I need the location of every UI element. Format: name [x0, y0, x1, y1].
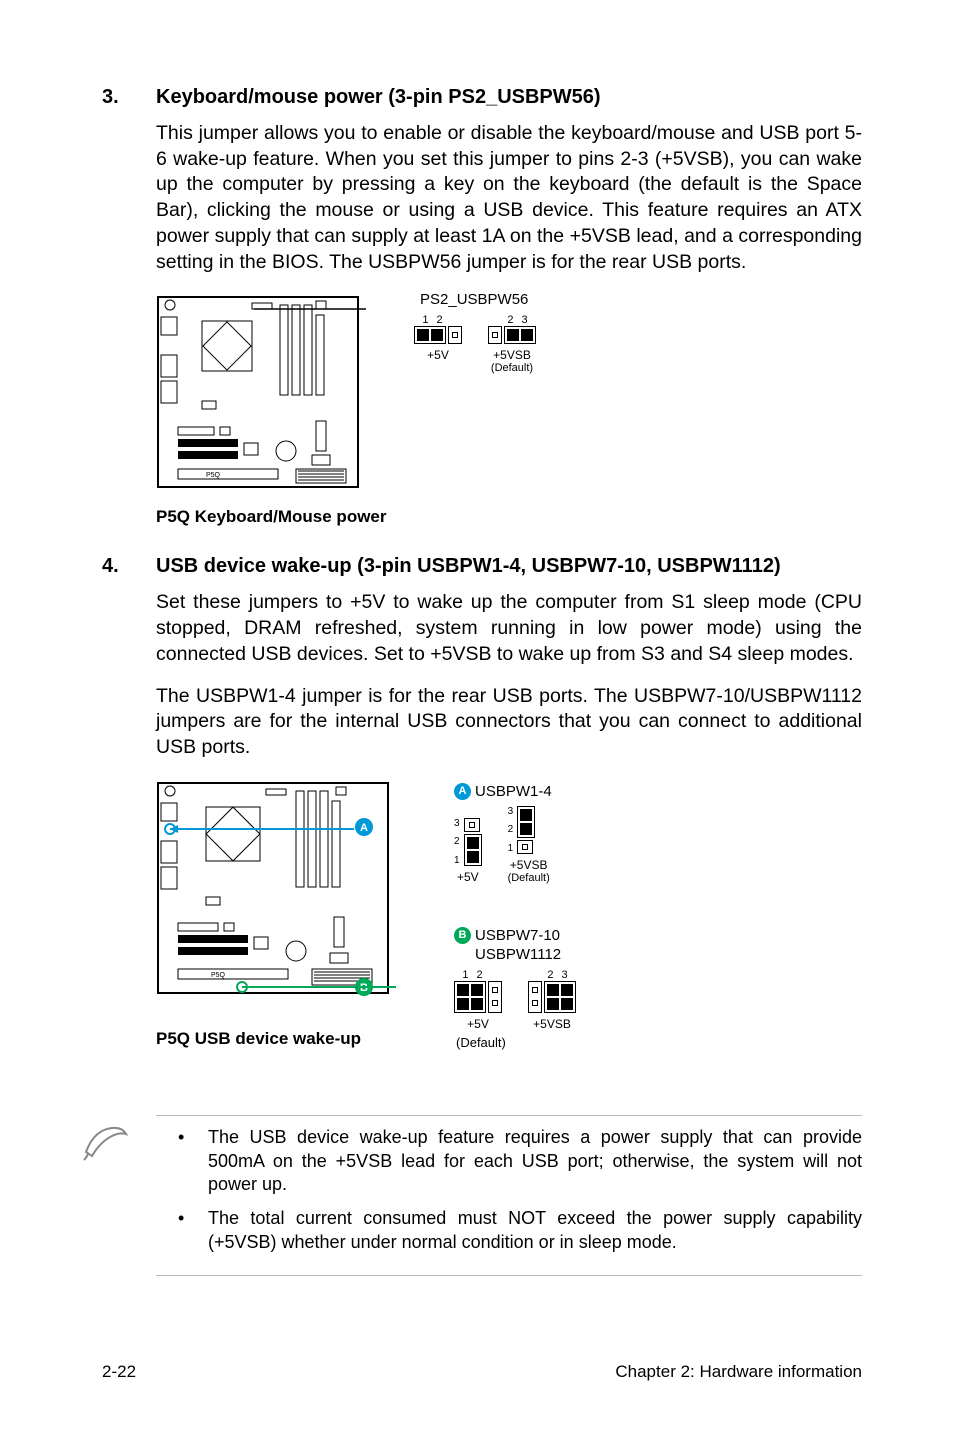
volt-label: +5V [414, 348, 462, 362]
section-3-title: Keyboard/mouse power (3-pin PS2_USBPW56) [156, 86, 601, 109]
cluster-b-title-1: USBPW7-10 [475, 927, 560, 944]
page-footer: 2-22 Chapter 2: Hardware information [102, 1362, 862, 1382]
pin-label: 3 [562, 969, 568, 981]
jumper-a-5vsb: 3 2 1 +5VSB (Default) [508, 806, 550, 884]
pin-label: 2 [508, 824, 514, 835]
chapter-label: Chapter 2: Hardware information [615, 1362, 862, 1382]
default-label: (Default) [508, 872, 550, 884]
diagram-1-caption: P5Q Keyboard/Mouse power [156, 507, 862, 527]
note-item-1: The USB device wake-up feature requires … [208, 1126, 862, 1197]
pin-label: 3 [522, 314, 528, 326]
default-label: (Default) [488, 362, 536, 374]
section-4-header: 4. USB device wake-up (3-pin USBPW1-4, U… [102, 555, 862, 578]
cluster-a-title: USBPW1-4 [475, 783, 552, 800]
volt-label: +5V [454, 870, 482, 884]
pin-label: 1 [454, 855, 460, 866]
section-3: 3. Keyboard/mouse power (3-pin PS2_USBPW… [102, 86, 862, 527]
pin-label: 2 [436, 314, 442, 326]
section-3-header: 3. Keyboard/mouse power (3-pin PS2_USBPW… [102, 86, 862, 109]
cluster-b-title-2: USBPW1112 [475, 946, 561, 963]
jumper-5vsb: 2 3 +5VSB (Default) [488, 314, 536, 374]
section-4-para-2: The USBPW1-4 jumper is for the rear USB … [156, 684, 862, 761]
note-list: The USB device wake-up feature requires … [156, 1126, 862, 1255]
jumper-title: PS2_USBPW56 [414, 291, 536, 308]
volt-label: +5VSB [508, 858, 550, 872]
motherboard-outline-2: P5Q A B [156, 777, 396, 1017]
badge-b-icon: B [454, 927, 471, 944]
pin-label: 3 [454, 818, 460, 829]
pin-label: 2 [547, 969, 553, 981]
pin-label: 1 [422, 314, 428, 326]
svg-text:A: A [360, 822, 368, 834]
jumper-cluster-b: B USBPW7-10 USBPW1112 1 2 [454, 927, 576, 1031]
volt-label: +5V [454, 1017, 502, 1031]
svg-text:P5Q: P5Q [206, 472, 221, 479]
jumper-block-ps2: PS2_USBPW56 1 2 +5 [414, 291, 536, 374]
diagram-2-caption: P5Q USB device wake-up [156, 1029, 361, 1049]
jumper-b-5v: 1 2 +5V [454, 969, 502, 1031]
volt-label: +5VSB [528, 1017, 576, 1031]
section-3-number: 3. [102, 86, 156, 109]
note-pen-icon [82, 1122, 130, 1162]
section-3-body: This jumper allows you to enable or disa… [156, 121, 862, 275]
diagram-2-default: (Default) [456, 1035, 506, 1050]
badge-a-icon: A [454, 783, 471, 800]
jumper-a-5v: 3 2 1 +5V [454, 818, 482, 884]
section-4-para-1: Set these jumpers to +5V to wake up the … [156, 590, 862, 667]
pin-label: 2 [507, 314, 513, 326]
jumper-cluster-a: A USBPW1-4 3 2 1 [454, 783, 552, 884]
pin-label: 3 [508, 806, 514, 817]
pin-label: 1 [508, 843, 514, 854]
page-number: 2-22 [102, 1362, 136, 1382]
volt-label: +5VSB [488, 348, 536, 362]
section-4-title: USB device wake-up (3-pin USBPW1-4, USBP… [156, 555, 781, 578]
jumper-5v: 1 2 +5V [414, 314, 462, 374]
section-4-body: Set these jumpers to +5V to wake up the … [156, 590, 862, 760]
pin-label: 1 [462, 969, 468, 981]
pin-label: 2 [476, 969, 482, 981]
page: 3. Keyboard/mouse power (3-pin PS2_USBPW… [0, 0, 954, 1438]
diagram-1: P5Q PS2_USBPW56 [156, 291, 862, 527]
jumper-b-5vsb: 2 3 +5VSB [528, 969, 576, 1031]
section-4-number: 4. [102, 555, 156, 578]
pin-label: 2 [454, 836, 460, 847]
diagram-2: P5Q A B [156, 777, 862, 1087]
note-item-2: The total current consumed must NOT exce… [208, 1207, 862, 1255]
section-4: 4. USB device wake-up (3-pin USBPW1-4, U… [102, 555, 862, 1086]
svg-text:P5Q: P5Q [211, 972, 226, 979]
note-box: The USB device wake-up feature requires … [156, 1115, 862, 1276]
motherboard-outline-1: P5Q [156, 291, 366, 501]
